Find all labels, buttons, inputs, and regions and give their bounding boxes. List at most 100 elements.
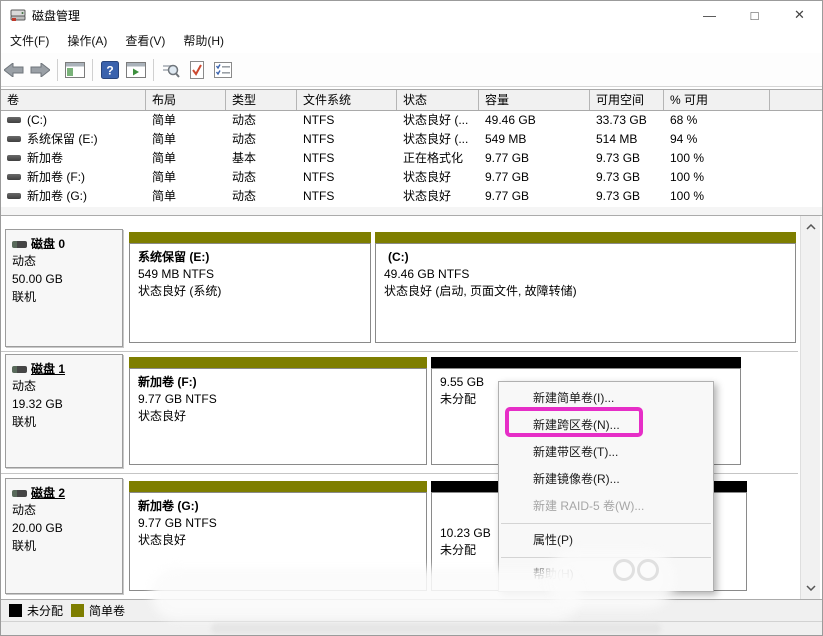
volume-name: (C:)	[27, 113, 47, 127]
forward-button[interactable]	[27, 57, 53, 83]
disk-1-label-panel[interactable]: 磁盘 1 动态 19.32 GB 联机	[5, 354, 123, 468]
console-tree-button[interactable]	[62, 57, 88, 83]
header-cell-percent[interactable]: % 可用	[664, 90, 770, 110]
maximize-button[interactable]: □	[732, 1, 777, 29]
volume-row-c[interactable]: (C:) 简单 动态 NTFS 状态良好 (... 49.46 GB 33.73…	[1, 111, 822, 130]
filesystem-cell: NTFS	[297, 187, 397, 206]
menu-item-help[interactable]: 帮助(H)	[174, 29, 233, 53]
disk-0-label-panel[interactable]: 磁盘 0 动态 50.00 GB 联机	[5, 229, 123, 347]
menu-item-new-spanned-volume[interactable]: 新建跨区卷(N)...	[499, 412, 713, 439]
action-pane-button[interactable]	[123, 57, 149, 83]
scrollbar-up-button[interactable]	[801, 218, 821, 236]
partition-title: 新加卷 (F:)	[138, 374, 418, 391]
menu-item-new-simple-volume[interactable]: 新建简单卷(I)...	[499, 385, 713, 412]
volume-row-e[interactable]: 系统保留 (E:) 简单 动态 NTFS 状态良好 (... 549 MB 51…	[1, 130, 822, 149]
disk-name: 磁盘 1	[31, 362, 65, 376]
header-cell-layout[interactable]: 布局	[146, 90, 226, 110]
percent-free-cell: 100 %	[664, 168, 770, 187]
pane-splitter[interactable]	[1, 207, 822, 216]
layout-cell: 简单	[146, 111, 226, 130]
volume-icon	[7, 136, 21, 142]
app-icon	[10, 7, 26, 23]
scrollbar-down-button[interactable]	[801, 579, 821, 597]
free-space-cell: 9.73 GB	[590, 187, 664, 206]
menu-item-help[interactable]: 帮助(H)	[499, 561, 713, 588]
disk-icon	[12, 490, 27, 497]
header-cell-free[interactable]: 可用空间	[590, 90, 664, 110]
partition-g[interactable]: 新加卷 (G:) 9.77 GB NTFS 状态良好	[129, 481, 427, 591]
partition-size: 9.77 GB NTFS	[138, 515, 418, 532]
filesystem-cell: NTFS	[297, 168, 397, 187]
toolbar-separator	[153, 59, 154, 81]
volume-table: (C:) 简单 动态 NTFS 状态良好 (... 49.46 GB 33.73…	[1, 111, 822, 206]
menu-item-new-mirrored-volume[interactable]: 新建镜像卷(R)...	[499, 466, 713, 493]
header-cell-filesystem[interactable]: 文件系统	[297, 90, 397, 110]
volume-row-f[interactable]: 新加卷 (F:) 简单 动态 NTFS 状态良好 9.77 GB 9.73 GB…	[1, 168, 822, 187]
simple-volume-color-bar	[129, 357, 427, 368]
volume-row-new[interactable]: 新加卷 简单 基本 NTFS 正在格式化 9.77 GB 9.73 GB 100…	[1, 149, 822, 168]
menu-separator	[501, 557, 711, 558]
vertical-scrollbar[interactable]	[800, 216, 820, 599]
unallocated-size: 9.55 GB	[440, 374, 488, 391]
status-cell: 状态良好 (...	[397, 111, 479, 130]
help-button[interactable]: ?	[97, 57, 123, 83]
type-cell: 动态	[226, 168, 297, 187]
checklist-button[interactable]	[210, 57, 236, 83]
action-pane-icon	[126, 62, 146, 78]
menu-item-new-striped-volume[interactable]: 新建带区卷(T)...	[499, 439, 713, 466]
volume-name-cell: 新加卷	[1, 149, 146, 168]
free-space-cell: 33.73 GB	[590, 111, 664, 130]
window-controls: — □ ✕	[687, 1, 822, 29]
disk-size: 20.00 GB	[12, 519, 116, 537]
type-cell: 基本	[226, 149, 297, 168]
volume-name-cell: 新加卷 (F:)	[1, 168, 146, 187]
header-cell-type[interactable]: 类型	[226, 90, 297, 110]
partition-size: 9.77 GB NTFS	[138, 391, 418, 408]
partition-title: (C:)	[384, 249, 787, 266]
header-cell-extra[interactable]	[770, 90, 822, 110]
partition-system-reserved-e[interactable]: 系统保留 (E:) 549 MB NTFS 状态良好 (系统)	[129, 232, 371, 343]
menu-item-file[interactable]: 文件(F)	[1, 29, 58, 53]
check-document-icon	[189, 61, 205, 79]
capacity-cell: 549 MB	[479, 130, 590, 149]
console-tree-icon	[65, 62, 85, 78]
status-bar-strip	[1, 621, 822, 636]
partition-title: 新加卷 (G:)	[138, 498, 418, 515]
capacity-cell: 9.77 GB	[479, 168, 590, 187]
toolbar: ?	[1, 53, 822, 87]
volume-name-cell: (C:)	[1, 111, 146, 130]
disk-online-status: 联机	[12, 537, 116, 555]
filesystem-cell: NTFS	[297, 111, 397, 130]
unallocated-size: 10.23 GB	[440, 525, 495, 542]
status-cell: 正在格式化	[397, 149, 479, 168]
close-button[interactable]: ✕	[777, 1, 822, 29]
legend-bar: 未分配 简单卷	[1, 599, 822, 621]
magnifier-button[interactable]	[158, 57, 184, 83]
partition-c[interactable]: (C:) 49.46 GB NTFS 状态良好 (启动, 页面文件, 故障转储)	[375, 232, 796, 343]
minimize-button[interactable]: —	[687, 1, 732, 29]
disk-size: 19.32 GB	[12, 395, 116, 413]
volume-name: 系统保留 (E:)	[27, 132, 98, 146]
partition-size: 549 MB NTFS	[138, 266, 362, 283]
menu-item-properties[interactable]: 属性(P)	[499, 527, 713, 554]
header-cell-capacity[interactable]: 容量	[479, 90, 590, 110]
menu-item-view[interactable]: 查看(V)	[116, 29, 174, 53]
volume-icon	[7, 174, 21, 180]
disk-2-label-panel[interactable]: 磁盘 2 动态 20.00 GB 联机	[5, 478, 123, 594]
header-cell-status[interactable]: 状态	[397, 90, 479, 110]
chevron-down-icon	[806, 585, 816, 591]
type-cell: 动态	[226, 130, 297, 149]
header-cell-volume[interactable]: 卷	[1, 90, 146, 110]
legend-simple-volume-swatch	[71, 604, 84, 617]
capacity-cell: 49.46 GB	[479, 111, 590, 130]
layout-cell: 简单	[146, 187, 226, 206]
volume-name-cell: 系统保留 (E:)	[1, 130, 146, 149]
partition-f[interactable]: 新加卷 (F:) 9.77 GB NTFS 状态良好	[129, 357, 427, 465]
volume-row-g[interactable]: 新加卷 (G:) 简单 动态 NTFS 状态良好 9.77 GB 9.73 GB…	[1, 187, 822, 206]
back-button[interactable]	[1, 57, 27, 83]
check-document-button[interactable]	[184, 57, 210, 83]
menu-item-action[interactable]: 操作(A)	[58, 29, 116, 53]
disk-row-divider	[1, 351, 798, 352]
partition-status: 状态良好	[138, 532, 418, 549]
simple-volume-color-bar	[129, 232, 371, 243]
